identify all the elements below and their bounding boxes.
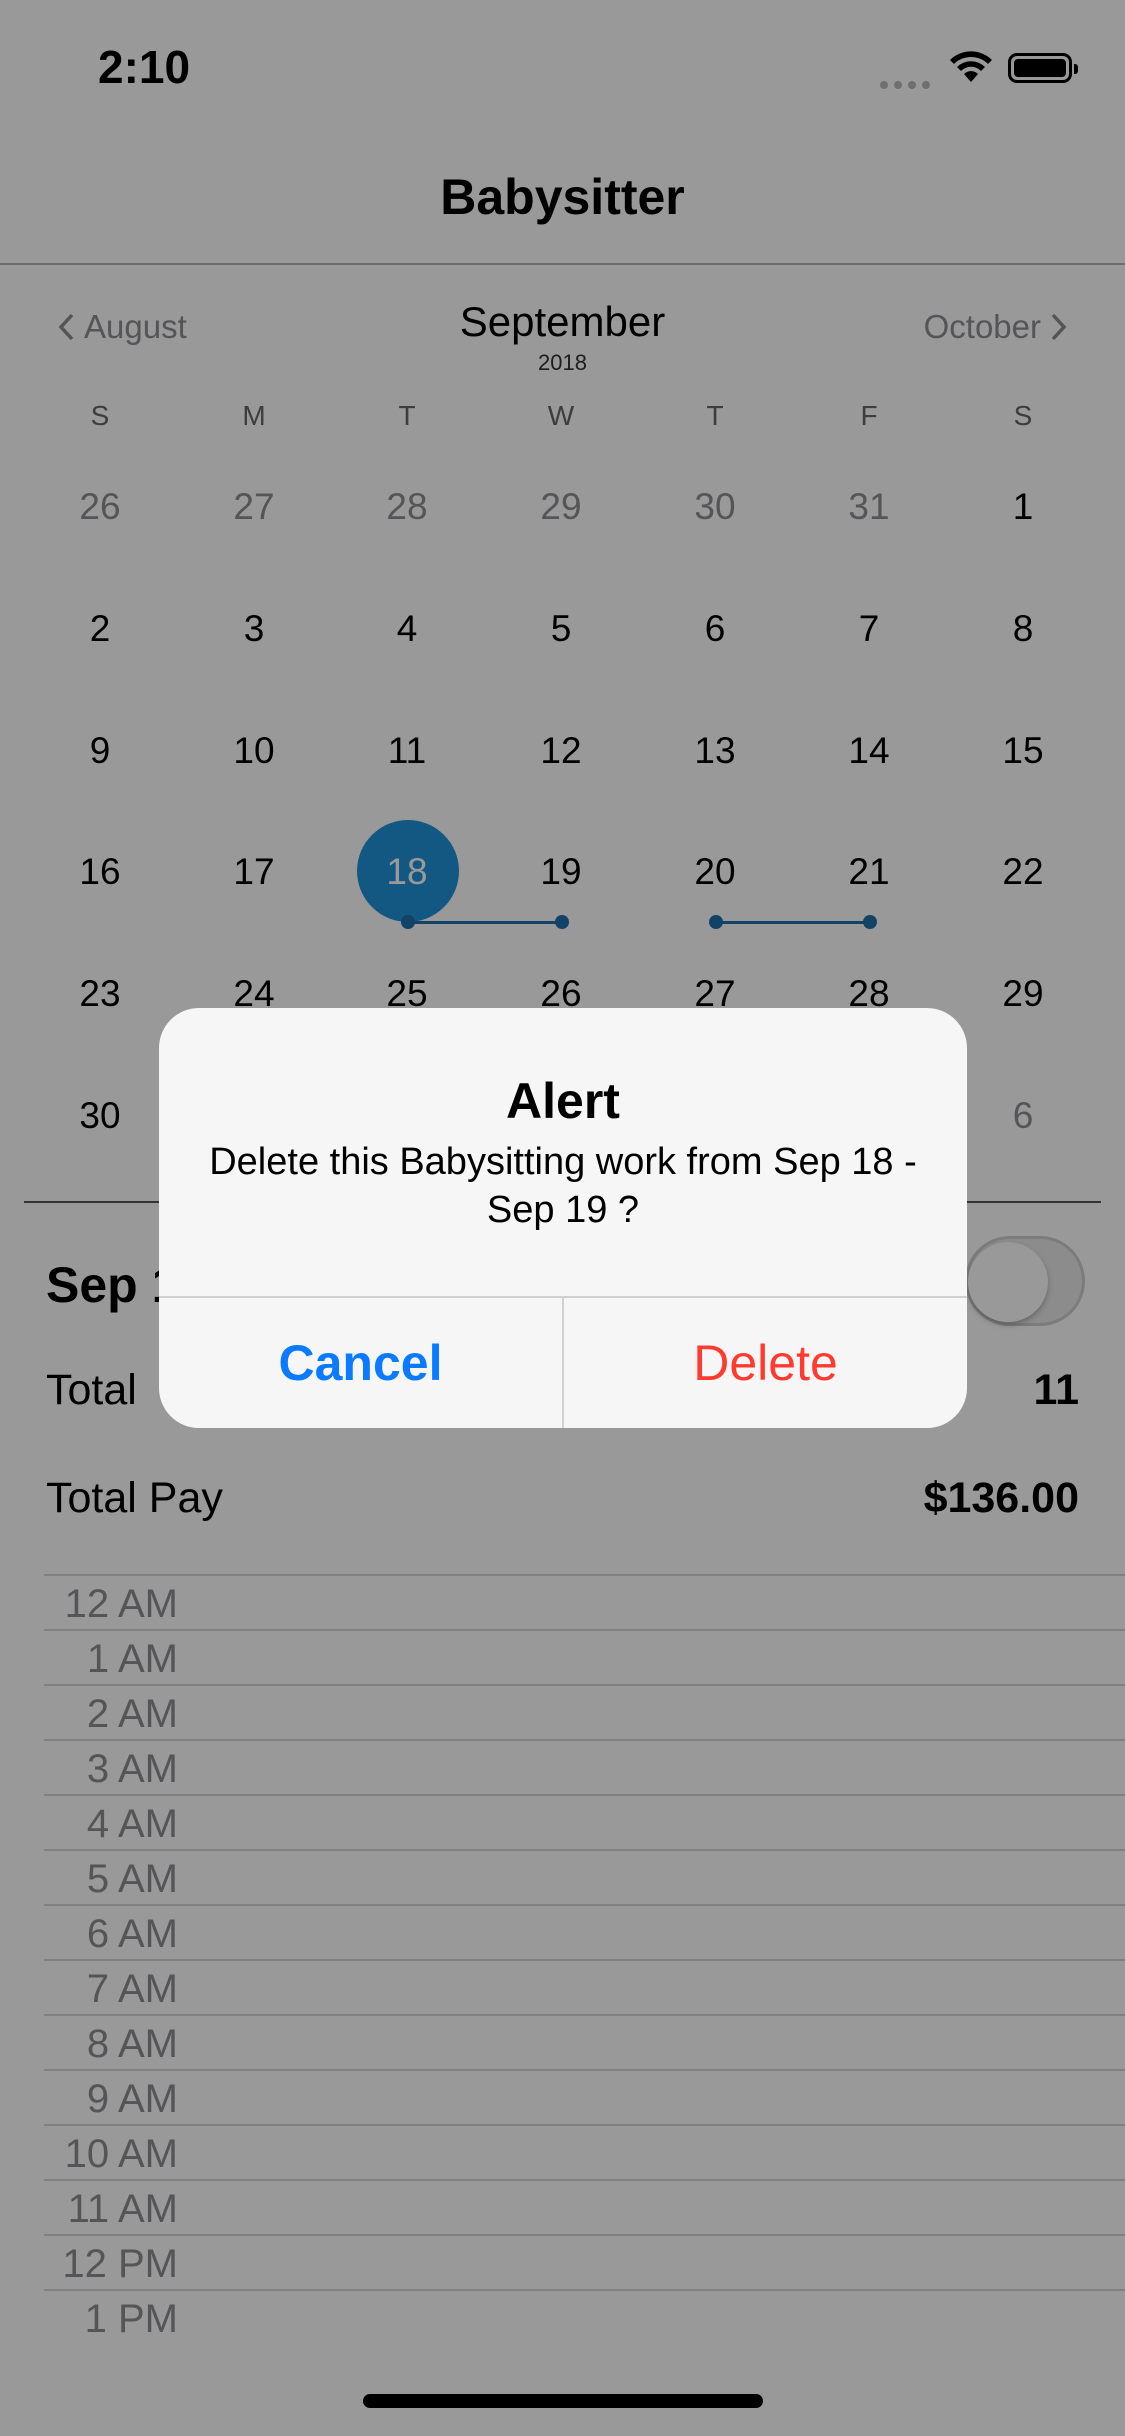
app-screen: 2:10 Babysitter August September 2018 Oc… (0, 0, 1125, 2436)
cancel-button[interactable]: Cancel (159, 1298, 562, 1428)
alert-title: Alert (506, 1073, 620, 1129)
alert-dialog: Alert Delete this Babysitting work from … (159, 1008, 967, 1428)
alert-message: Delete this Babysitting work from Sep 18… (209, 1141, 917, 1231)
delete-button[interactable]: Delete (564, 1298, 967, 1428)
